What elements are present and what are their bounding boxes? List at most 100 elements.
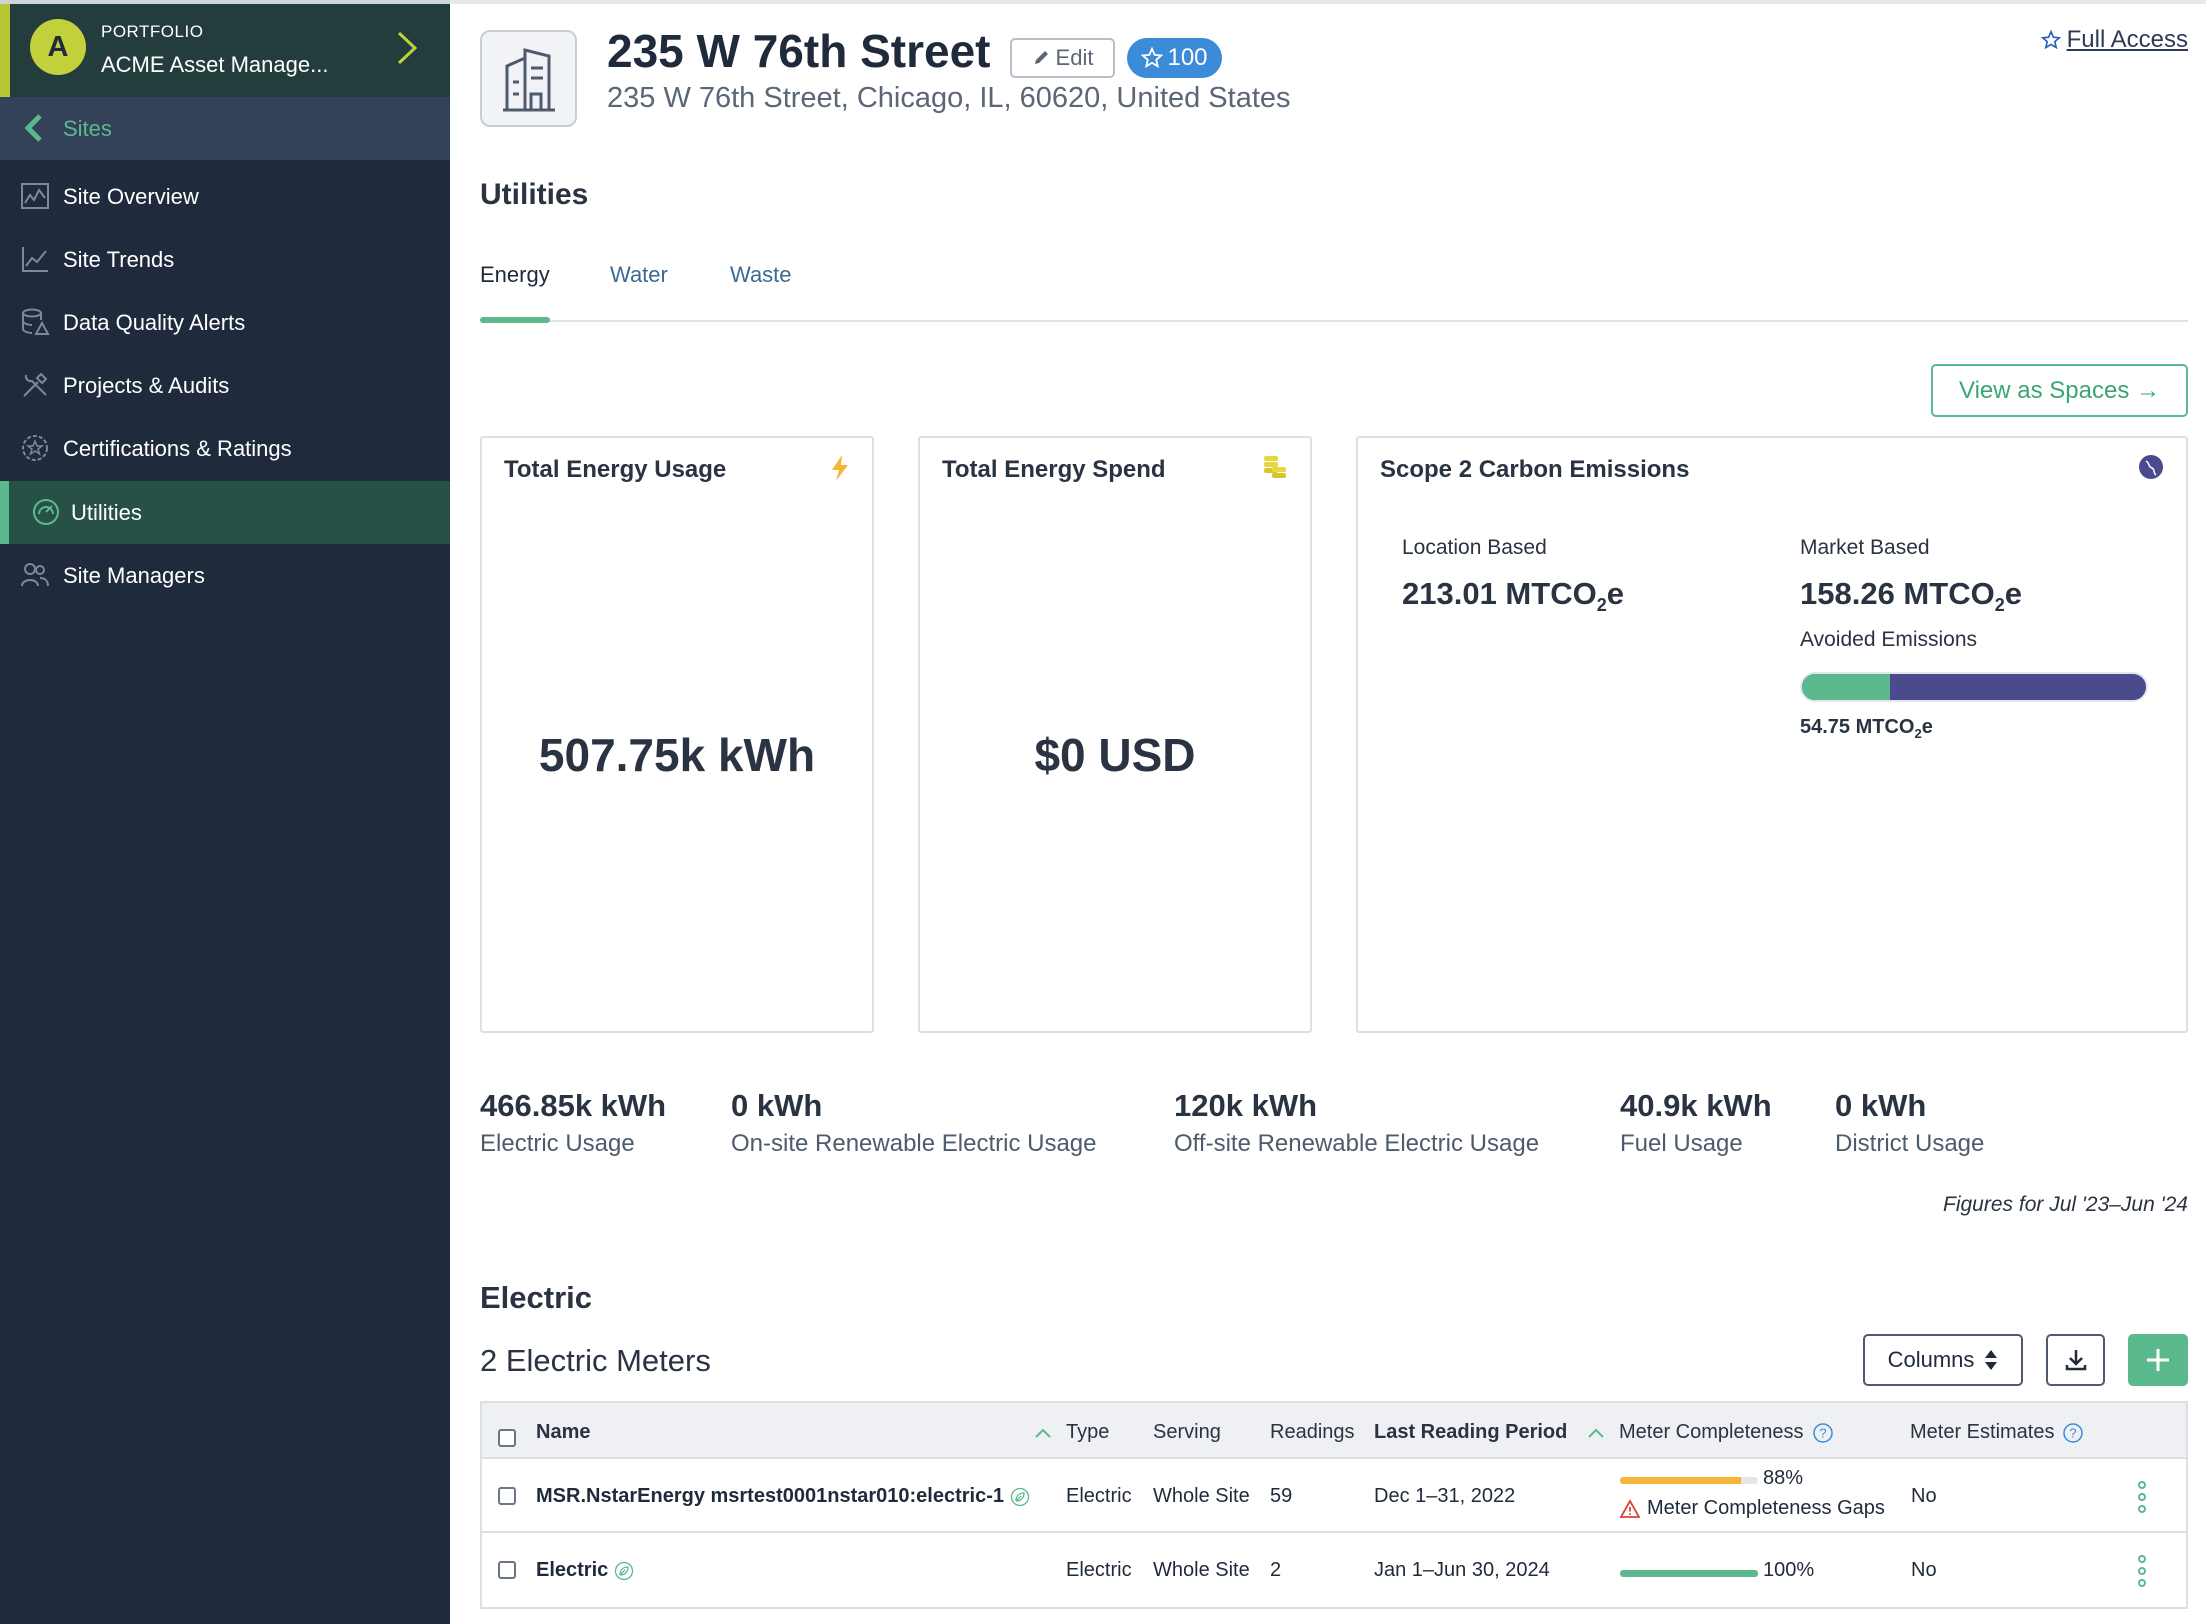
row-checkbox[interactable]: [498, 1487, 516, 1505]
unit-subscript: 2: [1914, 726, 1922, 741]
tab-water[interactable]: Water: [610, 262, 668, 288]
location-based-label: Location Based: [1402, 536, 1547, 559]
col-type[interactable]: Type: [1066, 1421, 1109, 1444]
meter-name-text: Electric: [536, 1559, 609, 1581]
col-meter-completeness[interactable]: Meter Completeness ?: [1619, 1421, 1834, 1444]
table-header: Name Type Serving Readings Last Reading …: [482, 1403, 2186, 1459]
avoided-emissions-bar: [1800, 672, 2148, 702]
unit-suffix: e: [2004, 576, 2022, 611]
sidebar-item-projects-audits[interactable]: Projects & Audits: [0, 354, 450, 417]
tab-energy[interactable]: Energy: [480, 262, 550, 288]
col-serving[interactable]: Serving: [1153, 1421, 1221, 1444]
sidebar-item-label: Sites: [63, 115, 112, 141]
sidebar-item-sites[interactable]: Sites: [0, 97, 450, 160]
card-title: Scope 2 Carbon Emissions: [1380, 456, 1690, 483]
col-estimates-label: Meter Estimates: [1910, 1421, 2055, 1443]
completeness-bar: [1620, 1477, 1758, 1484]
card-value: $0 USD: [1034, 729, 1196, 781]
meter-last-period: Dec 1–31, 2022: [1374, 1485, 1516, 1507]
meter-name[interactable]: Electric: [536, 1559, 634, 1582]
avoided-emissions-label: Avoided Emissions: [1800, 628, 1978, 651]
chevron-right-icon: [397, 31, 418, 65]
select-all-checkbox[interactable]: [498, 1429, 516, 1447]
scope2-emissions-card: Scope 2 Carbon Emissions Location Based …: [1356, 436, 2188, 1033]
edit-label: Edit: [1055, 45, 1094, 70]
unit-subscript: 2: [1994, 595, 2005, 616]
meter-last-period: Jan 1–Jun 30, 2024: [1374, 1559, 1550, 1581]
full-access-link[interactable]: Full Access: [2040, 26, 2188, 54]
meter-estimates: No: [1911, 1485, 1937, 1507]
meter-name[interactable]: MSR.NstarEnergy msrtest0001nstar010:elec…: [536, 1485, 1030, 1508]
row-checkbox[interactable]: [498, 1561, 516, 1579]
warning-icon: [1619, 1498, 1641, 1518]
tab-waste[interactable]: Waste: [730, 262, 792, 288]
sidebar-item-site-managers[interactable]: Site Managers: [0, 544, 450, 607]
sidebar-item-site-overview[interactable]: Site Overview: [0, 165, 450, 228]
sort-up-icon[interactable]: [1034, 1427, 1052, 1439]
view-as-spaces-button[interactable]: View as Spaces →: [1931, 364, 2188, 417]
avoided-emissions-value: 54.75 MTCO2e: [1800, 716, 1933, 741]
sidebar-item-site-trends[interactable]: Site Trends: [0, 228, 450, 291]
stat-label: Off-site Renewable Electric Usage: [1174, 1130, 1540, 1157]
meter-type: Electric: [1066, 1559, 1132, 1581]
stat-label: District Usage: [1835, 1130, 1985, 1157]
meters-table: Name Type Serving Readings Last Reading …: [480, 1401, 2188, 1609]
electric-section-title: Electric: [480, 1280, 593, 1315]
utilities-title: Utilities: [480, 178, 589, 211]
completeness-fill: [1620, 1570, 1758, 1577]
row-menu-button[interactable]: [2137, 1481, 2147, 1513]
stat-value: 466.85k kWh: [480, 1088, 667, 1123]
active-tab-indicator: [480, 317, 550, 323]
completeness-gaps-warning[interactable]: Meter Completeness Gaps: [1619, 1497, 1885, 1520]
download-button[interactable]: [2046, 1334, 2105, 1386]
completeness-value: 88%: [1763, 1467, 1804, 1489]
col-last-period-label: Last Reading Period: [1374, 1421, 1568, 1443]
sidebar-item-label: Site Overview: [63, 183, 199, 209]
col-readings[interactable]: Readings: [1270, 1421, 1355, 1444]
stat-value: 40.9k kWh: [1620, 1088, 1772, 1123]
portfolio-name: ACME Asset Manage...: [101, 52, 329, 77]
col-last-reading-period[interactable]: Last Reading Period: [1374, 1421, 1567, 1444]
sort-up-icon[interactable]: [1587, 1427, 1605, 1439]
page-title: 235 W 76th Street: [607, 25, 991, 77]
avoided-emissions-fill: [1802, 674, 1891, 700]
market-based-label: Market Based: [1800, 536, 1930, 559]
table-row[interactable]: MSR.NstarEnergy msrtest0001nstar010:elec…: [482, 1459, 2186, 1533]
row-menu-button[interactable]: [2137, 1555, 2147, 1587]
card-title: Total Energy Usage: [504, 456, 727, 483]
portfolio-switcher[interactable]: A PORTFOLIO ACME Asset Manage...: [0, 4, 450, 97]
columns-button[interactable]: Columns: [1863, 1334, 2023, 1386]
stat-label: Fuel Usage: [1620, 1130, 1743, 1157]
meter-serving: Whole Site: [1153, 1559, 1250, 1581]
tab-label: Water: [610, 262, 668, 287]
chevron-left-icon: [24, 114, 42, 142]
sidebar-item-certifications-ratings[interactable]: Certifications & Ratings: [0, 417, 450, 480]
market-based-value: 158.26 MTCO2e: [1800, 576, 2022, 616]
chart-icon: [21, 183, 49, 209]
stat-electric-usage: 466.85k kWh Electric Usage: [480, 1088, 666, 1158]
score-badge: 100: [1127, 38, 1222, 78]
sidebar-item-utilities[interactable]: Utilities: [0, 481, 450, 544]
lightning-icon: [832, 455, 848, 481]
stat-value: 120k kWh: [1174, 1088, 1318, 1123]
table-row[interactable]: Electric Electric Whole Site 2 Jan 1–Jun…: [482, 1535, 2186, 1609]
add-meter-button[interactable]: [2128, 1334, 2188, 1386]
svg-text:?: ?: [2070, 1425, 2077, 1440]
stat-offsite-renewable: 120k kWh Off-site Renewable Electric Usag…: [1174, 1088, 1539, 1158]
col-name[interactable]: Name: [536, 1421, 590, 1444]
plus-icon: [2147, 1349, 2169, 1371]
stat-label: Electric Usage: [480, 1130, 635, 1157]
help-icon[interactable]: ?: [2062, 1422, 2084, 1444]
avoided-value-text: 54.75 MTCO: [1800, 716, 1915, 738]
meter-name-text: MSR.NstarEnergy msrtest0001nstar010:elec…: [536, 1485, 1005, 1507]
edit-button[interactable]: Edit: [1010, 38, 1115, 78]
help-icon[interactable]: ?: [1812, 1422, 1834, 1444]
star-icon: [1141, 47, 1164, 69]
meters-count: 2 Electric Meters: [480, 1343, 711, 1378]
sidebar-item-data-quality-alerts[interactable]: Data Quality Alerts: [0, 291, 450, 354]
users-icon: [21, 563, 49, 587]
col-name-label: Name: [536, 1421, 591, 1443]
col-meter-estimates[interactable]: Meter Estimates ?: [1910, 1421, 2084, 1444]
meter-readings: 59: [1270, 1485, 1293, 1507]
stat-onsite-renewable: 0 kWh On-site Renewable Electric Usage: [731, 1088, 1097, 1158]
